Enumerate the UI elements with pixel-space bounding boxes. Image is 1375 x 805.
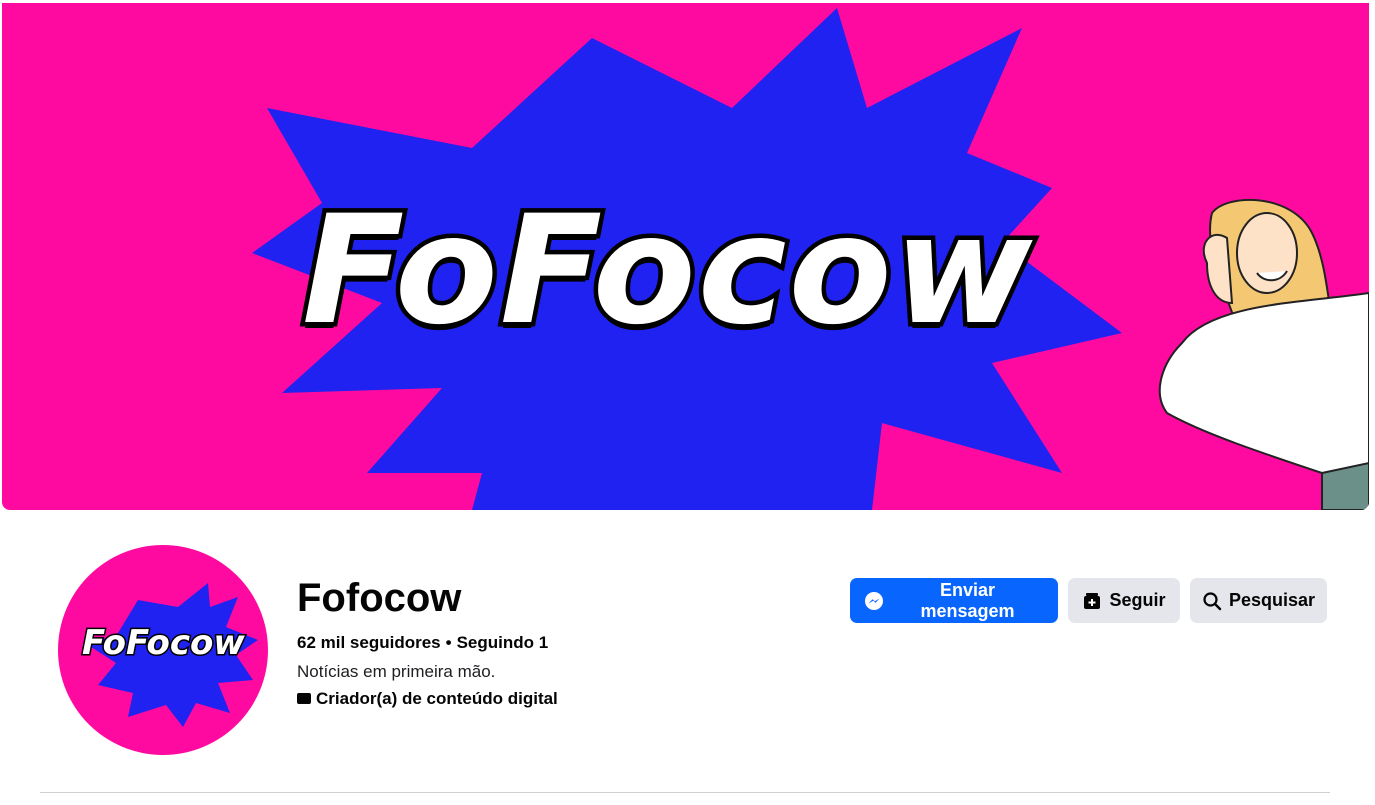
profile-avatar[interactable]: FoFocow (58, 545, 268, 755)
category-briefcase-icon (297, 692, 311, 704)
following-count-link[interactable]: Seguindo 1 (457, 633, 549, 652)
follow-label: Seguir (1109, 590, 1166, 610)
profile-stats: 62 mil seguidores • Seguindo 1 (297, 631, 558, 655)
avatar-brand-text: FoFocow (81, 622, 247, 665)
page-title: Fofocow (297, 576, 462, 620)
category-label: Criador(a) de conteúdo digital (316, 689, 558, 708)
cover-photo[interactable]: FoFocow (2, 3, 1369, 510)
stats-separator: • (445, 633, 452, 652)
search-icon (1202, 591, 1222, 611)
profile-bio: Notícias em primeira mão. (297, 662, 496, 681)
follow-button[interactable]: Seguir (1068, 578, 1180, 623)
profile-info: Fofocow 62 mil seguidores • Seguindo 1 Not… (297, 575, 558, 712)
followers-count-link[interactable]: 62 mil seguidores (297, 633, 441, 652)
follow-icon (1082, 591, 1102, 611)
search-button[interactable]: Pesquisar (1190, 578, 1327, 623)
messenger-icon (864, 591, 884, 611)
woman-illustration (1158, 198, 1369, 510)
cover-brand-text: FoFocow (298, 180, 1037, 363)
header-divider (40, 792, 1330, 793)
profile-category: Criador(a) de conteúdo digital (297, 686, 558, 712)
send-message-button[interactable]: Enviar mensagem (850, 578, 1058, 623)
send-message-label: Enviar mensagem (920, 579, 1015, 621)
search-label: Pesquisar (1228, 590, 1316, 610)
profile-actions: Enviar mensagem Seguir Pesquisar (850, 578, 1327, 623)
